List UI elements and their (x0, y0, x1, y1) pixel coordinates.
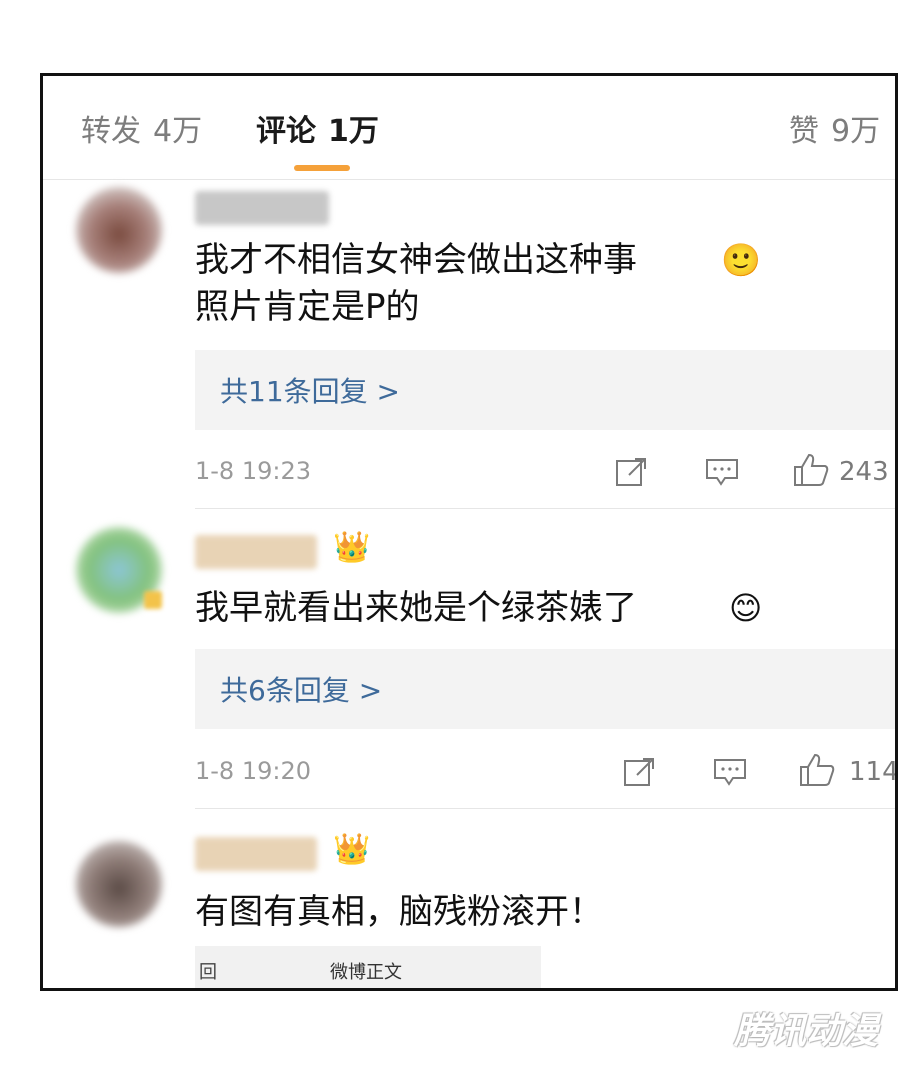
vip-crown-icon: 👑 (333, 832, 371, 867)
reply-summary-label: 共11条回复 > (220, 375, 400, 408)
tab-bar: 转发 4万 评论 1万 赞 9万 (43, 76, 895, 180)
verified-badge-icon (144, 591, 162, 609)
comment-timestamp: 1-8 19:20 (195, 757, 311, 785)
tab-comment-count: 1万 (328, 114, 379, 149)
tab-like[interactable]: 赞 9万 (789, 106, 880, 150)
avatar[interactable] (76, 187, 162, 273)
share-icon[interactable] (623, 757, 657, 787)
tab-comment-label: 评论 (256, 114, 316, 149)
username-blurred[interactable] (195, 535, 317, 569)
tab-repost[interactable]: 转发 4万 (81, 106, 202, 150)
comment-item: 👑 我早就看出来她是个绿茶婊了 😊 共6条回复 > 1-8 19:20 114 (43, 509, 895, 809)
active-tab-indicator (294, 165, 350, 171)
comment-text-content: 我才不相信女神会做出这种事 照片肯定是P的 (195, 240, 637, 327)
thumbs-up-icon[interactable] (799, 753, 835, 787)
comment-text-content: 有图有真相，脑残粉滚开！ (195, 892, 603, 932)
avatar[interactable] (76, 841, 162, 927)
smile-emoji-icon: 🙂 (721, 241, 761, 279)
share-icon[interactable] (615, 457, 649, 487)
comment-timestamp: 1-8 19:23 (195, 457, 311, 485)
comment-item: 我才不相信女神会做出这种事 照片肯定是P的 🙂 共11条回复 > 1-8 19:… (43, 179, 895, 509)
reply-summary-label: 共6条回复 > (220, 674, 383, 707)
reply-summary-button[interactable]: 共11条回复 > (195, 350, 895, 430)
tab-like-count: 9万 (831, 114, 881, 149)
like-count: 114 (849, 757, 898, 787)
comment-text-content: 我早就看出来她是个绿茶婊了 (195, 588, 637, 628)
comment-text: 我才不相信女神会做出这种事 照片肯定是P的 (195, 237, 637, 331)
tab-repost-label: 转发 (81, 114, 141, 149)
weibo-post-link[interactable]: 回 微博正文 (195, 946, 541, 988)
comment-text: 我早就看出来她是个绿茶婊了 (195, 585, 637, 632)
back-icon: 回 (199, 962, 217, 983)
username-blurred[interactable] (195, 837, 317, 871)
weibo-post-label: 微博正文 (330, 962, 402, 983)
tab-repost-count: 4万 (153, 114, 203, 149)
thumbs-up-icon[interactable] (793, 453, 829, 487)
like-count: 243 (839, 457, 889, 487)
tab-comment[interactable]: 评论 1万 (256, 106, 379, 150)
watermark-logo: 腾讯动漫 (733, 1011, 878, 1052)
comment-icon[interactable] (713, 757, 747, 787)
weibo-comments-panel: 转发 4万 评论 1万 赞 9万 我才不相信女神会做出这种事 照片肯定是P的 🙂 共1… (40, 73, 898, 991)
comment-text: 有图有真相，脑残粉滚开！ (195, 889, 603, 936)
comment-icon[interactable] (705, 457, 739, 487)
grin-emoji-icon: 😊 (729, 589, 763, 627)
username-blurred[interactable] (195, 191, 329, 225)
vip-crown-icon: 👑 (333, 530, 371, 565)
tab-like-label: 赞 (789, 114, 819, 149)
reply-summary-button[interactable]: 共6条回复 > (195, 649, 895, 729)
